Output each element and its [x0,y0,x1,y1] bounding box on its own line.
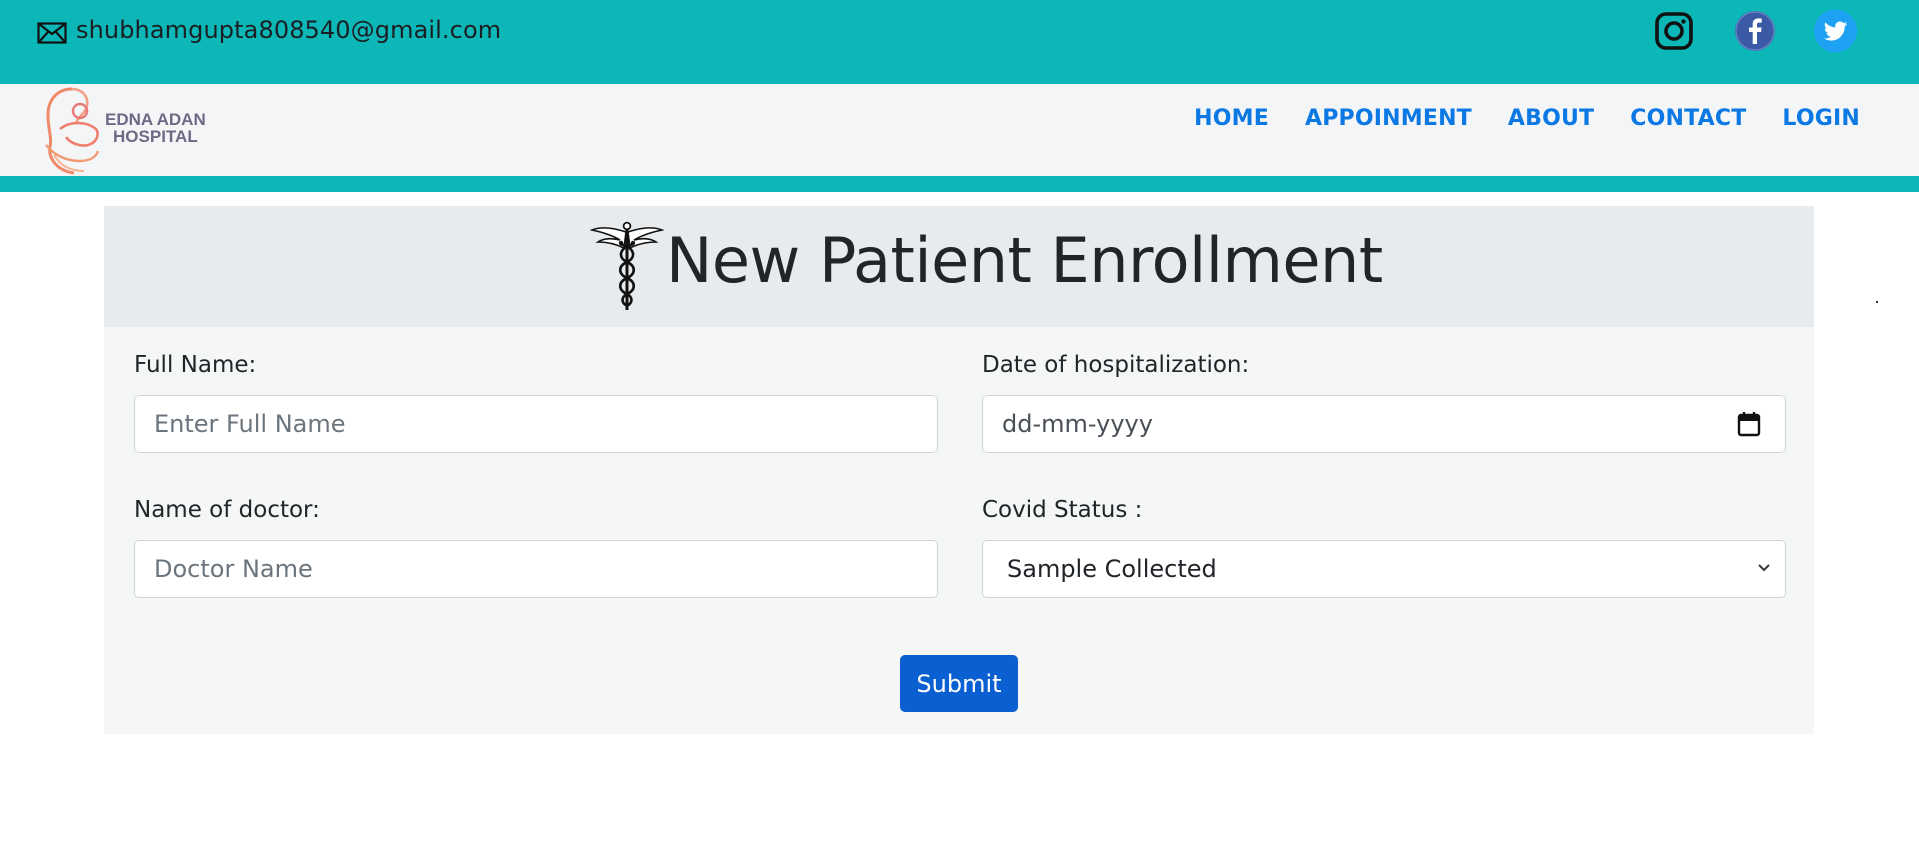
doctor-label: Name of doctor: [134,497,320,523]
top-contact-bar: shubhamgupta808540@gmail.com [0,0,1919,84]
date-placeholder: dd-mm-yyyy [1002,410,1153,438]
enrollment-form-card: New Patient Enrollment Full Name: Enter … [104,206,1814,734]
stray-dot [1876,301,1878,303]
email-text: shubhamgupta808540@gmail.com [76,16,502,44]
email-contact[interactable]: shubhamgupta808540@gmail.com [37,15,501,45]
calendar-icon[interactable] [1737,411,1761,437]
nav-links: HOME APPOINMENT ABOUT CONTACT LOGIN [1194,106,1860,131]
page-title: New Patient Enrollment [666,224,1383,297]
submit-button[interactable]: Submit [900,655,1018,712]
brand-line-2: HOSPITAL [113,127,198,146]
teal-divider [0,176,1919,192]
covid-status-label: Covid Status : [982,497,1143,523]
covid-status-select[interactable]: Sample Collected [982,540,1786,598]
hospital-logo[interactable]: EDNA ADAN HOSPITAL [40,85,210,177]
twitter-link[interactable] [1813,8,1858,53]
nav-home[interactable]: HOME [1194,106,1269,131]
instagram-icon [1654,11,1693,50]
nav-login[interactable]: LOGIN [1782,106,1860,131]
nav-appointment[interactable]: APPOINMENT [1305,106,1472,131]
chevron-down-icon [1758,564,1770,572]
nav-contact[interactable]: CONTACT [1630,106,1746,131]
hospital-name: EDNA ADAN HOSPITAL [105,111,206,145]
main-navbar: EDNA ADAN HOSPITAL HOME APPOINMENT ABOUT… [0,84,1919,176]
facebook-link[interactable] [1732,8,1777,53]
caduceus-icon [590,221,664,310]
form-header: New Patient Enrollment [104,206,1814,327]
doctor-name-input[interactable]: Doctor Name [134,540,938,598]
facebook-icon [1734,10,1775,51]
mother-child-logo-icon [45,87,100,175]
date-label: Date of hospitalization: [982,352,1250,378]
instagram-link[interactable] [1651,8,1696,53]
brand-line-1: EDNA ADAN [105,110,206,129]
twitter-icon [1813,8,1858,53]
nav-about[interactable]: ABOUT [1508,106,1594,131]
full-name-input[interactable]: Enter Full Name [134,395,938,453]
date-input[interactable]: dd-mm-yyyy [982,395,1786,453]
covid-status-value: Sample Collected [1007,555,1217,583]
mail-icon [37,22,67,44]
full-name-label: Full Name: [134,352,257,378]
